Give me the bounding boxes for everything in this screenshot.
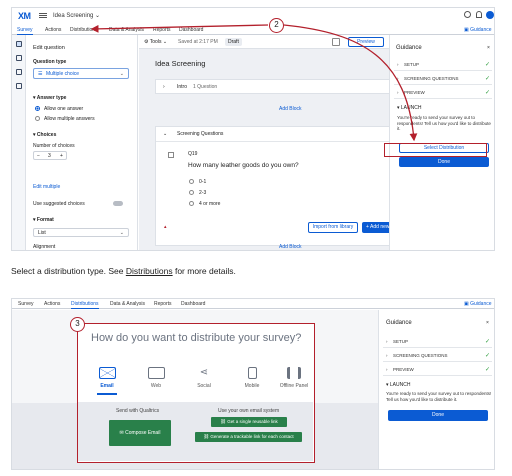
method-offline-panel[interactable]: Offline Panel — [279, 367, 309, 389]
caption-text-end: for more details. — [172, 266, 236, 276]
trackable-link-button[interactable]: ⛓ Generate a trackable link for each con… — [195, 432, 302, 442]
launch-text: You're ready to send your survey out to … — [386, 391, 492, 402]
nav-tabs: Survey Actions Distributions Data & Anal… — [12, 299, 494, 309]
guidance-step-screening[interactable]: › SCREENING QUESTIONS ✓ — [383, 350, 492, 362]
single-link-button[interactable]: ⛓ Get a single reusable link — [211, 417, 287, 427]
compose-email-button[interactable]: ✉ Compose Email — [109, 420, 171, 446]
screenshot-distributions: Survey Actions Distributions Data & Anal… — [11, 298, 495, 470]
caption-text: Select a distribution type. See — [11, 266, 126, 276]
guidance-step-launch[interactable]: ▾ LAUNCH — [386, 382, 410, 388]
guidance-step-setup[interactable]: › SETUP ✓ — [383, 336, 492, 348]
annotation-arrows — [90, 24, 418, 142]
instruction-caption: Select a distribution type. See Distribu… — [11, 266, 236, 276]
panel-icon — [287, 367, 301, 379]
tab-actions[interactable]: Actions — [44, 301, 60, 307]
callout-number: 3 — [70, 317, 85, 332]
arrow-to-distributions-tab — [90, 24, 269, 33]
guidance-link[interactable]: ▣ Guidance — [464, 301, 492, 307]
own-email-label: Use your own email system — [218, 408, 280, 414]
tab-survey[interactable]: Survey — [18, 301, 34, 307]
guidance-panel: Guidance × › SETUP ✓ › SCREENING QUESTIONS ✓… — [378, 310, 494, 469]
tab-reports[interactable]: Reports — [154, 301, 172, 307]
email-options: Send with Qualtrics ✉ Compose Email Use … — [78, 402, 313, 461]
arrow-to-select-distribution — [283, 24, 418, 142]
guidance-step-preview[interactable]: › PREVIEW ✓ — [383, 364, 492, 376]
email-selected-underline — [97, 393, 117, 395]
checkmark-icon: ✓ — [484, 339, 490, 345]
share-icon: ⋖ — [199, 367, 209, 378]
method-social[interactable]: ⋖ Social — [187, 367, 221, 389]
guidance-title: Guidance — [386, 320, 412, 326]
done-button[interactable]: Done — [388, 410, 488, 421]
method-web[interactable]: Web — [139, 367, 173, 389]
screenshot-survey-editor: XM Idea Screening ⌄ Survey Actions Distr… — [11, 7, 495, 251]
tab-dashboard[interactable]: Dashboard — [181, 301, 205, 307]
send-with-qualtrics-label: Send with Qualtrics — [116, 408, 160, 414]
distributions-link[interactable]: Distributions — [126, 266, 173, 276]
checkmark-icon: ✓ — [484, 353, 490, 359]
tab-distributions[interactable]: Distributions — [71, 301, 99, 309]
phone-icon — [247, 367, 257, 379]
tab-data-analysis[interactable]: Data & Analysis — [110, 301, 145, 307]
checkmark-icon: ✓ — [484, 367, 490, 373]
browser-icon — [147, 367, 165, 379]
method-email[interactable]: Email — [90, 367, 124, 389]
distribution-chooser: How do you want to distribute your surve… — [77, 323, 315, 463]
distribution-heading: How do you want to distribute your surve… — [91, 332, 302, 344]
method-mobile[interactable]: Mobile — [235, 367, 269, 389]
envelope-icon — [98, 367, 116, 379]
close-icon[interactable]: × — [486, 320, 489, 326]
